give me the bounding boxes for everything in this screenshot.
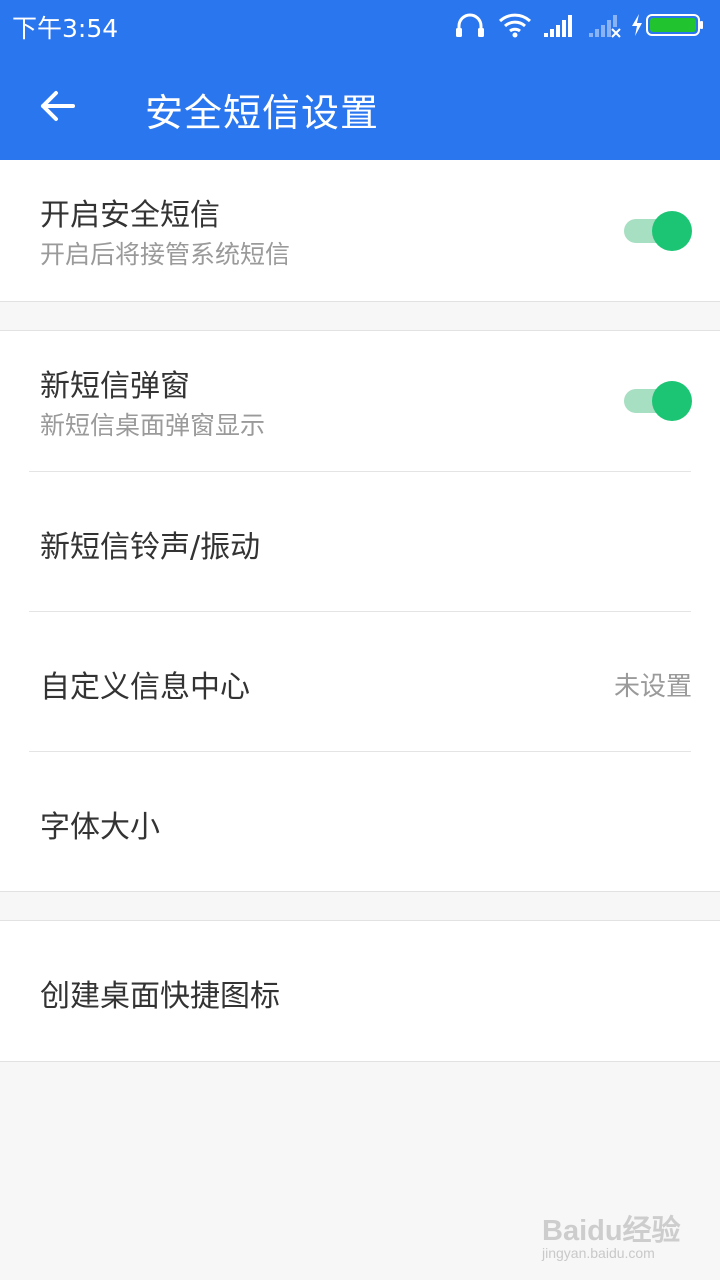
toggle-knob <box>652 211 692 251</box>
new-sms-popup-subtitle: 新短信桌面弹窗显示 <box>40 411 266 440</box>
headphones-icon <box>456 13 484 37</box>
status-bar: 下午3:54 <box>0 0 720 50</box>
custom-message-center-title: 自定义信息中心 <box>40 670 250 705</box>
custom-message-center-value: 未设置 <box>613 672 692 702</box>
font-size-title: 字体大小 <box>40 810 160 845</box>
settings-section-shortcut: 创建桌面快捷图标 <box>0 920 720 1062</box>
signal-no-sim-icon <box>589 15 621 38</box>
watermark-text: Baidu经验 <box>542 1215 681 1247</box>
font-size-row[interactable]: 字体大小 <box>0 752 720 892</box>
back-button[interactable] <box>22 78 92 134</box>
enable-secure-sms-row[interactable]: 开启安全短信 开启后将接管系统短信 <box>0 160 720 301</box>
baidu-watermark: Baidu经验 jingyan.baidu.com <box>542 1205 682 1267</box>
create-shortcut-title: 创建桌面快捷图标 <box>40 979 280 1014</box>
battery-icon <box>646 14 703 36</box>
status-time: 下午3:54 <box>12 14 119 43</box>
enable-secure-sms-subtitle: 开启后将接管系统短信 <box>40 240 291 269</box>
watermark-url: jingyan.baidu.com <box>542 1245 655 1261</box>
charging-icon <box>632 14 642 36</box>
wifi-icon <box>498 13 532 38</box>
toggle-knob <box>652 381 692 421</box>
new-sms-popup-toggle[interactable] <box>624 380 692 422</box>
custom-message-center-row[interactable]: 自定义信息中心 未设置 <box>0 612 720 751</box>
create-shortcut-row[interactable]: 创建桌面快捷图标 <box>0 921 720 1061</box>
enable-secure-sms-title: 开启安全短信 <box>40 198 220 233</box>
settings-section-notifications: 新短信弹窗 新短信桌面弹窗显示 新短信铃声/振动 自定义信息中心 未设置 字体大… <box>0 330 720 892</box>
settings-section-main: 开启安全短信 开启后将接管系统短信 <box>0 160 720 302</box>
back-arrow-icon <box>41 91 75 121</box>
new-sms-popup-title: 新短信弹窗 <box>40 369 190 404</box>
ringtone-vibration-row[interactable]: 新短信铃声/振动 <box>0 472 720 611</box>
app-bar: 下午3:54 安全短信设置 <box>0 0 720 160</box>
enable-secure-sms-toggle[interactable] <box>624 210 692 252</box>
page-title: 安全短信设置 <box>145 91 380 135</box>
new-sms-popup-row[interactable]: 新短信弹窗 新短信桌面弹窗显示 <box>0 331 720 471</box>
ringtone-vibration-title: 新短信铃声/振动 <box>40 530 261 565</box>
signal-icon <box>544 15 572 37</box>
